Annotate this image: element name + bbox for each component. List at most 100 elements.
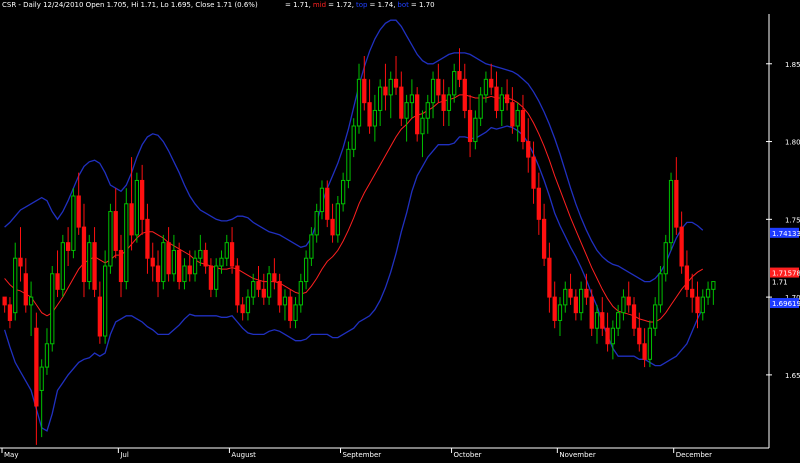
candle bbox=[124, 188, 129, 290]
indicator-legend-item: top bbox=[356, 1, 368, 9]
candle-body bbox=[430, 78, 436, 104]
candle-body bbox=[473, 117, 478, 143]
candle-body bbox=[536, 187, 541, 220]
candle-body bbox=[478, 94, 483, 119]
candle-body bbox=[520, 109, 526, 143]
candle-body bbox=[446, 94, 452, 111]
candle-body bbox=[224, 242, 229, 259]
candle-body bbox=[161, 242, 166, 283]
candle-body bbox=[108, 211, 113, 267]
candle-body bbox=[150, 257, 155, 267]
candle-body bbox=[293, 304, 298, 321]
candle-body bbox=[388, 78, 393, 96]
candle-body bbox=[65, 242, 71, 251]
candle-body bbox=[81, 226, 87, 283]
candle-body bbox=[18, 257, 23, 267]
candle-body bbox=[367, 102, 372, 127]
candle-body bbox=[39, 366, 44, 391]
candle bbox=[108, 203, 113, 274]
candle-body bbox=[541, 218, 547, 259]
candle-body bbox=[616, 312, 621, 329]
candle-body bbox=[44, 343, 50, 368]
candle-body bbox=[208, 265, 214, 290]
candle-body bbox=[346, 148, 351, 181]
candle-body bbox=[288, 296, 293, 321]
candle-body bbox=[198, 249, 203, 259]
candle-body bbox=[695, 296, 700, 314]
candle-body bbox=[356, 78, 362, 127]
candle-body bbox=[658, 273, 663, 306]
candle bbox=[235, 258, 240, 313]
candle-body bbox=[663, 242, 668, 275]
candle-body bbox=[404, 102, 409, 119]
candle-body bbox=[383, 86, 388, 96]
indicator-legend-item: = 1.74, bbox=[369, 1, 396, 9]
candle-body bbox=[192, 257, 198, 275]
candle-body bbox=[2, 296, 7, 306]
candle-body bbox=[325, 187, 330, 220]
candle-body bbox=[489, 78, 494, 88]
candle-body bbox=[7, 304, 13, 321]
indicator-legend-item: = 1.71, bbox=[285, 1, 311, 9]
candle-body bbox=[166, 242, 171, 275]
candle-body bbox=[452, 71, 457, 96]
candle-body bbox=[436, 78, 441, 96]
chart-title: CSR - Daily 12/24/2010 Open 1.705, Hi 1.… bbox=[2, 1, 258, 9]
candle-body bbox=[235, 265, 240, 306]
candle-body bbox=[298, 281, 303, 306]
candle-body bbox=[261, 288, 266, 298]
candle-body bbox=[457, 71, 462, 80]
candle-body bbox=[547, 257, 552, 298]
candle-body bbox=[605, 327, 610, 345]
candle-body bbox=[441, 94, 446, 111]
candle-body bbox=[568, 288, 573, 298]
candle-body bbox=[642, 343, 647, 360]
candle-body bbox=[690, 288, 695, 298]
price-tick-label: 1.800 bbox=[785, 139, 800, 147]
candle-body bbox=[229, 242, 235, 267]
candle-body bbox=[393, 78, 399, 88]
candle-body bbox=[330, 218, 335, 236]
candle-body bbox=[240, 304, 245, 314]
candle-body bbox=[50, 273, 55, 345]
last-value-text: 1.69619 bbox=[772, 300, 800, 308]
candle-body bbox=[13, 257, 18, 314]
candle-body bbox=[563, 288, 568, 306]
price-tick-label: 1.750 bbox=[785, 216, 800, 224]
candle-body bbox=[679, 226, 684, 267]
candle-body bbox=[467, 109, 473, 143]
candle-body bbox=[28, 296, 34, 306]
candle-body bbox=[668, 179, 674, 244]
candle-body bbox=[177, 249, 182, 283]
candle-body bbox=[87, 242, 92, 283]
candle-body bbox=[510, 102, 515, 127]
last-value-text: 1.71 bbox=[772, 279, 788, 287]
candle-body bbox=[102, 265, 108, 337]
candle-body bbox=[118, 249, 124, 283]
candle-body bbox=[272, 273, 277, 283]
candle-body bbox=[415, 94, 420, 135]
candle-body bbox=[378, 86, 383, 111]
candle-body bbox=[557, 304, 563, 321]
time-tick-label: December bbox=[676, 451, 712, 459]
candle-body bbox=[483, 78, 489, 96]
candle-body bbox=[309, 234, 314, 259]
candle-body bbox=[705, 288, 711, 298]
candle-body bbox=[155, 265, 161, 283]
candle-body bbox=[251, 281, 256, 298]
candle-body bbox=[145, 218, 150, 259]
candle-body bbox=[362, 78, 367, 104]
candle-body bbox=[171, 249, 177, 275]
candle-body bbox=[256, 281, 261, 290]
candle bbox=[415, 87, 420, 142]
candle-body bbox=[594, 312, 600, 329]
candle-body bbox=[399, 86, 404, 119]
candle-body bbox=[219, 257, 224, 267]
candle-body bbox=[499, 94, 504, 111]
candle-body bbox=[124, 203, 129, 283]
candle-body bbox=[97, 296, 102, 337]
candle-body bbox=[637, 327, 642, 345]
last-value-text: 1.71578 bbox=[772, 270, 800, 278]
indicator-legend-item: bot bbox=[397, 1, 409, 9]
price-tick-label: 1.650 bbox=[785, 372, 800, 380]
